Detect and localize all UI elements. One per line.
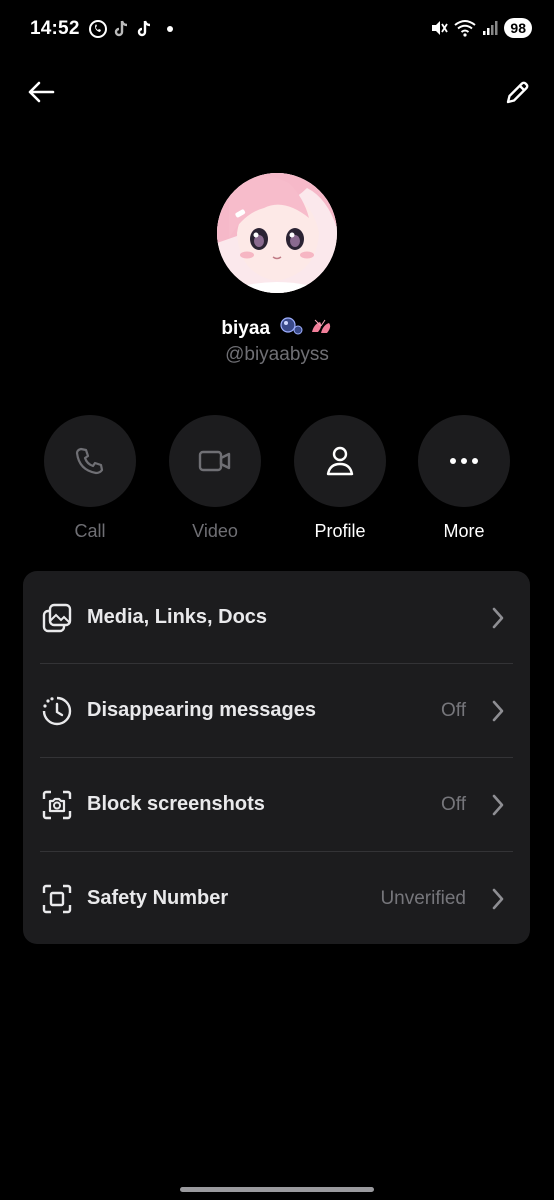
profile-name: biyaa [221, 318, 271, 340]
more-button[interactable] [418, 415, 510, 507]
notification-icons [88, 19, 173, 39]
avatar-illustration [217, 173, 337, 293]
media-links-docs-row[interactable]: Media, Links, Docs [23, 571, 530, 664]
system-icons: 98 [430, 18, 532, 38]
tiktok-icon [114, 20, 128, 37]
safety-number-row[interactable]: Safety Number Unverified [23, 852, 530, 945]
status-time: 14:52 [30, 18, 80, 39]
chevron-right-icon [490, 793, 506, 817]
phone-icon [75, 447, 104, 475]
ballet-shoes-icon [311, 319, 330, 333]
person-icon [326, 446, 354, 476]
bubbles-icon [280, 317, 303, 335]
call-action[interactable]: Call [43, 415, 137, 542]
timer-icon [40, 694, 74, 728]
block-screenshots-value: Off [441, 793, 466, 815]
chevron-right-icon [490, 887, 506, 911]
profile-button[interactable] [294, 415, 386, 507]
block-screenshots-title: Block screenshots [87, 793, 265, 815]
safety-number-title: Safety Number [87, 887, 229, 909]
media-icon [40, 601, 74, 635]
call-button[interactable] [44, 415, 136, 507]
call-label: Call [74, 521, 106, 541]
whatsapp-icon [89, 20, 107, 38]
edit-button[interactable] [498, 72, 538, 112]
video-label: Video [192, 521, 238, 541]
tiktok-icon [137, 20, 151, 37]
video-button[interactable] [169, 415, 261, 507]
status-bar: 14:52 98 [0, 0, 554, 60]
disappearing-messages-row[interactable]: Disappearing messages Off [23, 664, 530, 757]
home-indicator[interactable] [180, 1187, 374, 1192]
chevron-right-icon [490, 606, 506, 630]
video-icon [198, 450, 231, 472]
settings-card: Media, Links, Docs Disappearing messages… [23, 571, 530, 944]
disappearing-messages-value: Off [441, 699, 466, 721]
screenshot-camera-icon [40, 788, 74, 822]
media-links-docs-title: Media, Links, Docs [87, 606, 268, 628]
wifi-icon [454, 20, 477, 37]
profile-label: Profile [314, 521, 366, 541]
profile-name-row: biyaa [0, 316, 554, 342]
safety-number-value: Unverified [380, 887, 466, 909]
more-label: More [443, 521, 485, 541]
pencil-icon [506, 81, 529, 104]
avatar[interactable] [217, 173, 337, 293]
back-button[interactable] [21, 72, 61, 112]
profile-action[interactable]: Profile [293, 415, 387, 542]
more-notifications-dot [167, 26, 173, 32]
disappearing-messages-title: Disappearing messages [87, 699, 316, 721]
name-emoji-decoration [279, 316, 332, 342]
safety-number-icon [40, 882, 74, 916]
block-screenshots-row[interactable]: Block screenshots Off [23, 758, 530, 851]
signal-icon [483, 21, 498, 35]
more-icon [450, 458, 478, 464]
arrow-left-icon [28, 81, 55, 103]
mute-icon [432, 21, 449, 35]
more-action[interactable]: More [417, 415, 511, 542]
profile-handle: @biyaabyss [225, 344, 329, 365]
battery-indicator: 98 [504, 18, 532, 38]
chevron-right-icon [490, 699, 506, 723]
video-action[interactable]: Video [168, 415, 262, 542]
